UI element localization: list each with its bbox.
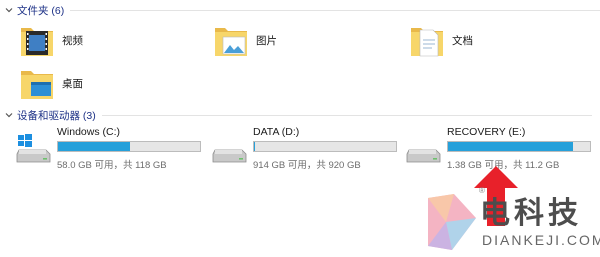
drive-name: DATA (D:) <box>253 126 300 138</box>
watermark-brand-url: DIANKEJI.COM <box>482 232 600 248</box>
video-folder-icon <box>21 28 53 56</box>
folder-item-pictures[interactable]: 图片 <box>214 20 277 60</box>
folder-item-documents[interactable]: 文档 <box>410 20 473 60</box>
folder-item-videos[interactable]: 视频 <box>20 20 83 60</box>
drives-group-header[interactable]: 设备和驱动器 (3) <box>0 108 600 122</box>
drives-group-title: 设备和驱动器 (3) <box>17 109 96 122</box>
drive-usage-fill <box>448 142 573 151</box>
folder-label: 图片 <box>256 34 277 47</box>
desktop-folder-icon <box>21 71 53 99</box>
pictures-folder-icon <box>215 28 247 56</box>
group-divider <box>70 9 600 11</box>
drive-item-d[interactable]: DATA (D:) 914 GB 可用，共 920 GB <box>212 124 402 172</box>
drive-usage-fill <box>254 142 256 151</box>
windows-drive-icon <box>16 134 51 163</box>
drive-item-c[interactable]: Windows (C:) 58.0 GB 可用，共 118 GB <box>16 124 206 172</box>
folders-group-title: 文件夹 (6) <box>17 4 65 17</box>
drive-usage-bar <box>447 141 591 152</box>
drive-item-e[interactable]: RECOVERY (E:) 1.38 GB 可用，共 11.2 GB <box>406 124 596 172</box>
drive-free-space: 58.0 GB 可用，共 118 GB <box>57 160 167 171</box>
group-divider <box>101 114 592 116</box>
hard-drive-icon <box>212 149 247 163</box>
folder-item-desktop[interactable]: 桌面 <box>20 63 83 103</box>
folders-group-header[interactable]: 文件夹 (6) <box>0 3 600 17</box>
drive-usage-bar <box>253 141 397 152</box>
drive-usage-bar <box>57 141 201 152</box>
drive-usage-fill <box>58 142 131 151</box>
chevron-down-icon <box>5 113 13 118</box>
folder-label: 桌面 <box>62 77 83 90</box>
watermark-brand-name: 电科技 <box>480 197 582 230</box>
documents-folder-icon <box>411 28 443 57</box>
drive-free-space: 914 GB 可用，共 920 GB <box>253 160 361 171</box>
watermark-logo-icon <box>428 194 476 250</box>
folder-label: 视频 <box>62 34 83 47</box>
chevron-down-icon <box>5 8 13 13</box>
hard-drive-icon <box>406 149 441 163</box>
drive-name: Windows (C:) <box>57 126 121 138</box>
watermark: ® 电科技 DIANKEJI.COM <box>420 186 600 257</box>
folder-label: 文档 <box>452 34 473 47</box>
drive-name: RECOVERY (E:) <box>447 126 526 138</box>
